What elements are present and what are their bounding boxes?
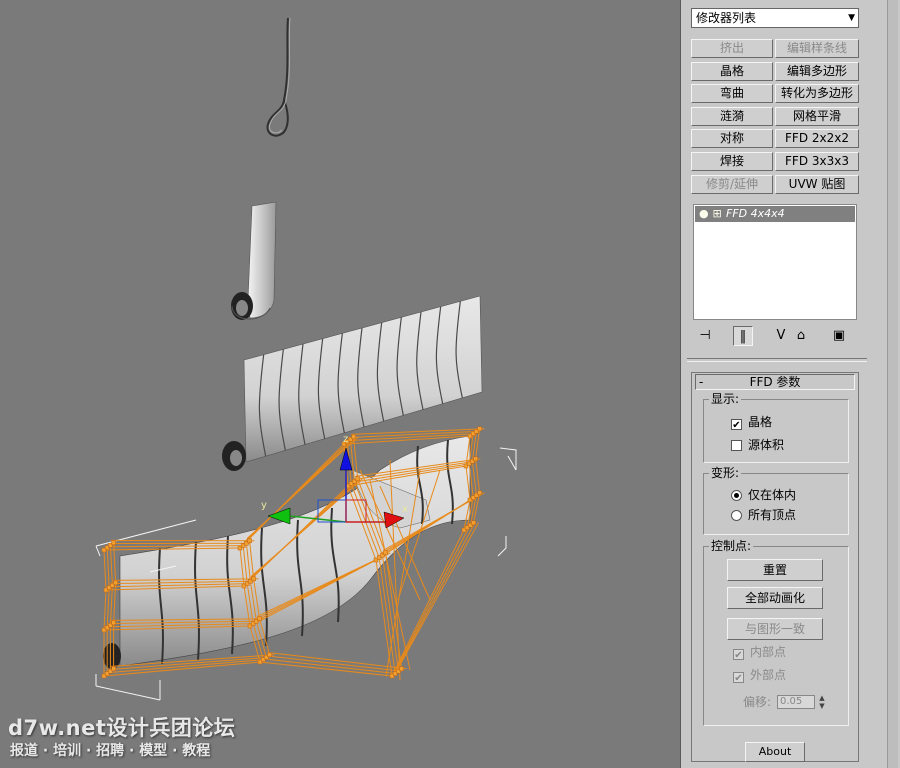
- offset-spinner-field[interactable]: 0.05: [777, 695, 815, 709]
- outside-points-checkbox[interactable]: ✔ 外部点: [733, 667, 787, 684]
- deform-group-label: 变形:: [709, 466, 742, 480]
- rollout-title: FFD 参数: [749, 375, 801, 389]
- chevron-down-icon: ▼: [848, 13, 855, 23]
- reset-button[interactable]: 重置: [727, 559, 823, 581]
- stack-item-label: FFD 4x4x4: [726, 207, 785, 220]
- modifier-button[interactable]: 对称: [691, 129, 773, 149]
- perspective-viewport[interactable]: z x y d7w.net设计兵团论坛 报道 · 培训 · 招聘 · 模型 · …: [0, 0, 680, 768]
- outside-points-label: 外部点: [750, 668, 787, 682]
- configure-sets-icon[interactable]: ▣: [829, 326, 849, 346]
- conform-to-shape-button[interactable]: 与图形一致: [727, 618, 823, 640]
- inside-points-label: 内部点: [750, 645, 787, 659]
- modifier-button[interactable]: FFD 3x3x3: [775, 152, 859, 171]
- display-group-label: 显示:: [709, 392, 742, 406]
- watermark-title: d7w.net设计兵团论坛: [8, 716, 236, 740]
- deform-group: [703, 473, 849, 535]
- panel-scrollbar[interactable]: [887, 0, 898, 768]
- radio-off-icon: [731, 510, 742, 521]
- viewport-scene: z x y: [95, 17, 517, 701]
- gizmo-y-label: y: [261, 500, 267, 511]
- modifier-button[interactable]: 编辑样条线: [775, 39, 859, 58]
- lattice-checkbox[interactable]: ✔ 晶格: [731, 414, 773, 431]
- panel-divider: [687, 358, 867, 362]
- animate-all-button[interactable]: 全部动画化: [727, 587, 823, 609]
- offset-label: 偏移:: [743, 695, 772, 709]
- only-in-volume-label: 仅在体内: [748, 488, 797, 502]
- empty-check-icon: [731, 440, 742, 451]
- modifier-stack[interactable]: ● ⊞ FFD 4x4x4: [693, 204, 857, 320]
- watermark-subtitle: 报道 · 培训 · 招聘 · 模型 · 教程: [10, 743, 211, 759]
- check-icon: ✔: [733, 649, 744, 661]
- all-vertices-label: 所有顶点: [748, 508, 797, 522]
- modifier-button[interactable]: 编辑多边形: [775, 61, 859, 81]
- modifier-button[interactable]: 挤出: [691, 39, 773, 58]
- modifier-button[interactable]: 涟漪: [691, 106, 773, 126]
- ffd-deformed-object[interactable]: [103, 435, 471, 669]
- spline-curve[interactable]: [266, 17, 289, 137]
- modifier-button[interactable]: 弯曲: [691, 84, 773, 104]
- gizmo-x-label: x: [402, 504, 408, 515]
- modifier-button[interactable]: UVW 贴图: [775, 174, 859, 194]
- only-in-volume-radio[interactable]: 仅在体内: [731, 487, 796, 503]
- plus-box-icon[interactable]: ⊞: [713, 206, 723, 222]
- modifier-button[interactable]: FFD 2x2x2: [775, 129, 859, 149]
- source-volume-checkbox[interactable]: 源体积: [731, 437, 784, 453]
- modifier-button[interactable]: 晶格: [691, 61, 773, 81]
- rollout-header[interactable]: - FFD 参数: [695, 374, 855, 390]
- gizmo-z-label: z: [343, 434, 348, 445]
- check-icon: ✔: [731, 419, 742, 431]
- pin-stack-icon[interactable]: ⊣: [695, 326, 715, 346]
- spinner-arrows-icon[interactable]: ▲ ▼: [817, 694, 827, 710]
- collapse-icon[interactable]: -: [699, 375, 703, 389]
- source-volume-label: 源体积: [748, 438, 785, 452]
- remove-modifier-icon[interactable]: ⌂: [791, 326, 811, 346]
- all-vertices-radio[interactable]: 所有顶点: [731, 507, 796, 523]
- curled-strip-object[interactable]: [231, 201, 277, 320]
- command-panel: 修改器列表 ▼ ● ⊞ FFD 4x4x4 ⊣ ‖ Ⅴ ⌂ ▣ - FFD 参数…: [680, 0, 900, 768]
- inside-points-checkbox[interactable]: ✔ 内部点: [733, 644, 787, 661]
- modifier-list-label: 修改器列表: [696, 11, 757, 25]
- about-button[interactable]: About: [745, 742, 805, 762]
- show-end-result-icon[interactable]: ‖: [733, 326, 753, 346]
- modifier-list-dropdown[interactable]: 修改器列表 ▼: [691, 8, 859, 28]
- lightbulb-icon[interactable]: ●: [699, 206, 709, 222]
- make-unique-icon[interactable]: Ⅴ: [771, 326, 791, 346]
- stack-toolbar: ⊣ ‖ Ⅴ ⌂ ▣: [693, 326, 859, 348]
- lattice-label: 晶格: [748, 415, 773, 429]
- modifier-button[interactable]: 修剪/延伸: [691, 174, 773, 194]
- radio-on-icon: [731, 490, 742, 501]
- stack-item-ffd[interactable]: ● ⊞ FFD 4x4x4: [695, 206, 855, 222]
- modifier-button[interactable]: 转化为多边形: [775, 84, 859, 104]
- modifier-button[interactable]: 焊接: [691, 152, 773, 171]
- check-icon: ✔: [733, 672, 744, 684]
- modifier-button[interactable]: 网格平滑: [775, 106, 859, 126]
- display-group: [703, 399, 849, 463]
- control-points-group-label: 控制点:: [709, 539, 754, 553]
